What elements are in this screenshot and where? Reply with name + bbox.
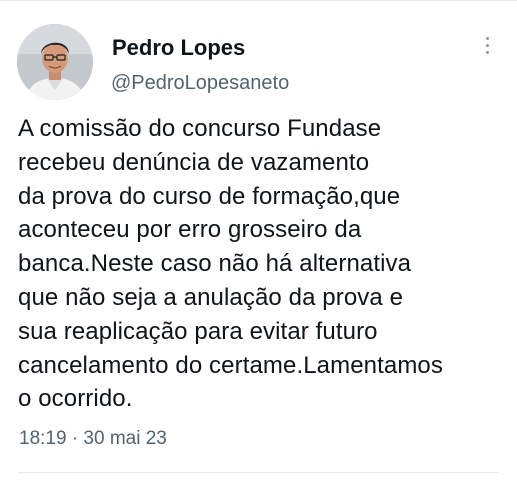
author-name[interactable]: Pedro Lopes xyxy=(112,35,245,61)
tweet-timestamp[interactable]: 18:19 · 30 mai 23 xyxy=(19,428,167,450)
tweet-card: Pedro Lopes @PedroLopesaneto A comissão … xyxy=(0,0,517,480)
tweet-text: A comissão do concurso Fundase recebeu d… xyxy=(18,115,443,413)
avatar[interactable] xyxy=(17,24,93,100)
author-handle[interactable]: @PedroLopesaneto xyxy=(111,72,289,95)
more-vertical-icon[interactable] xyxy=(482,37,492,61)
divider xyxy=(18,472,499,473)
avatar-photo xyxy=(17,24,93,100)
